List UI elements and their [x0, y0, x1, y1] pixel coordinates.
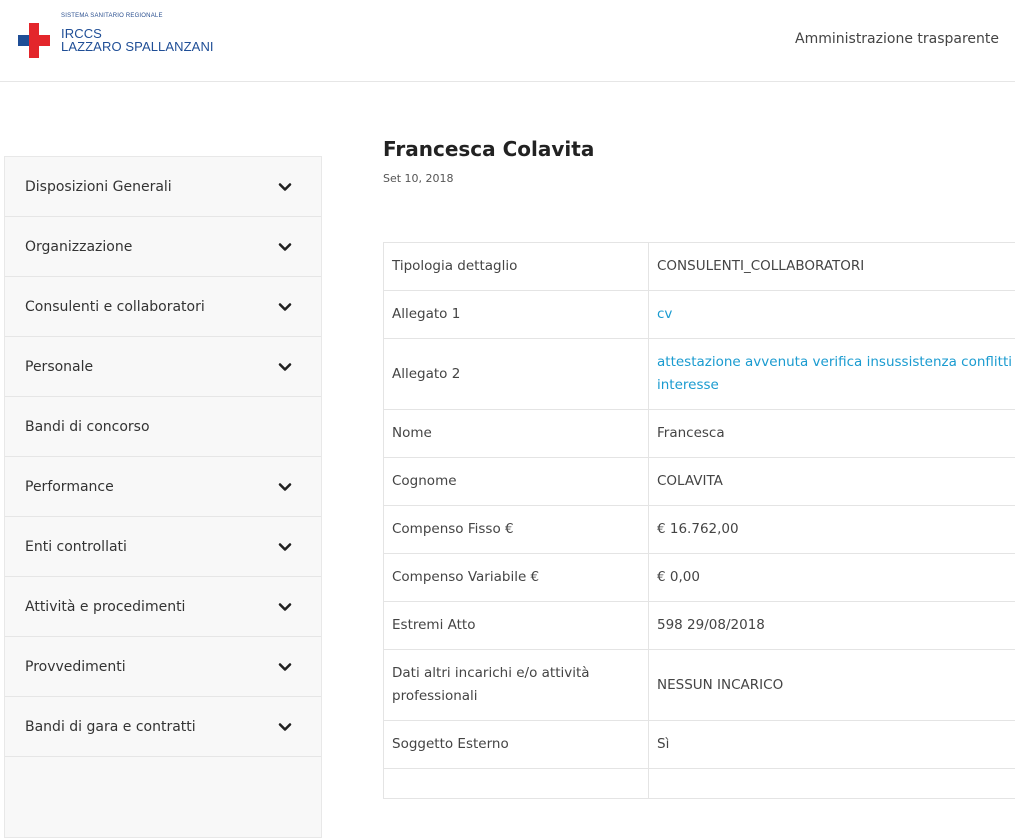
table-row: NomeFrancesca — [384, 410, 1015, 458]
row-value: € 16.762,00 — [649, 506, 1015, 554]
details-table: Tipologia dettaglioCONSULENTI_COLLABORAT… — [383, 242, 1015, 799]
page-title: Francesca Colavita — [383, 137, 1015, 161]
sidebar-item-label: Bandi di gara e contratti — [25, 697, 196, 758]
row-key: Allegato 1 — [384, 291, 649, 339]
table-row: Estremi Atto598 29/08/2018 — [384, 602, 1015, 650]
row-key: Estremi Atto — [384, 602, 649, 650]
chevron-down-icon[interactable] — [277, 719, 293, 735]
main-content: Francesca Colavita Set 10, 2018 Tipologi… — [383, 128, 1015, 186]
row-key: Dati altri incarichi e/o attività profes… — [384, 650, 649, 721]
row-value: CONSULENTI_COLLABORATORI — [649, 243, 1015, 291]
row-value: NESSUN INCARICO — [649, 650, 1015, 721]
row-key: Compenso Variabile € — [384, 554, 649, 602]
site-header: SISTEMA SANITARIO REGIONALE IRCCS LAZZAR… — [0, 0, 1015, 82]
logo-tagline: SISTEMA SANITARIO REGIONALE — [61, 13, 163, 19]
sidebar-item[interactable]: Bandi di gara e contratti — [5, 697, 321, 757]
sidebar-item-label: Provvedimenti — [25, 637, 126, 698]
table-row: Compenso Fisso €€ 16.762,00 — [384, 506, 1015, 554]
row-key: Compenso Fisso € — [384, 506, 649, 554]
logo-title-line2: LAZZARO SPALLANZANI — [61, 39, 214, 54]
table-row: Tipologia dettaglioCONSULENTI_COLLABORAT… — [384, 243, 1015, 291]
attachment-link[interactable]: attestazione avvenuta verifica insussist… — [657, 354, 1012, 393]
table-row: Allegato 2attestazione avvenuta verifica… — [384, 339, 1015, 410]
table-row — [384, 769, 1015, 799]
row-value: cv — [649, 291, 1015, 339]
chevron-down-icon[interactable] — [277, 179, 293, 195]
sidebar-item-label: Organizzazione — [25, 217, 132, 278]
row-value: attestazione avvenuta verifica insussist… — [649, 339, 1015, 410]
sidebar-item-label: Attività e procedimenti — [25, 577, 185, 638]
chevron-down-icon[interactable] — [277, 299, 293, 315]
sidebar-menu: Disposizioni GeneraliOrganizzazioneConsu… — [4, 156, 322, 838]
chevron-down-icon[interactable] — [277, 599, 293, 615]
sidebar-item-label: Personale — [25, 337, 93, 398]
row-key: Cognome — [384, 458, 649, 506]
chevron-down-icon[interactable] — [277, 239, 293, 255]
table-row: Allegato 1 cv — [384, 291, 1015, 339]
sidebar-item[interactable]: Disposizioni Generali — [5, 157, 321, 217]
chevron-down-icon[interactable] — [277, 539, 293, 555]
row-value: COLAVITA — [649, 458, 1015, 506]
sidebar-item-label: Bandi di concorso — [25, 397, 150, 458]
sidebar-item-label: Consulenti e collaboratori — [25, 277, 205, 338]
row-key: Nome — [384, 410, 649, 458]
chevron-down-icon[interactable] — [277, 359, 293, 375]
sidebar-item[interactable] — [5, 757, 321, 837]
table-row: Dati altri incarichi e/o attività profes… — [384, 650, 1015, 721]
row-key — [384, 769, 649, 799]
row-key: Tipologia dettaglio — [384, 243, 649, 291]
publish-date: Set 10, 2018 — [383, 172, 1015, 186]
sidebar-item[interactable]: Bandi di concorso — [5, 397, 321, 457]
chevron-down-icon[interactable] — [277, 659, 293, 675]
row-value: 598 29/08/2018 — [649, 602, 1015, 650]
attachment-link[interactable]: cv — [657, 306, 672, 322]
red-cross-icon — [18, 23, 50, 58]
chevron-down-icon[interactable] — [277, 479, 293, 495]
row-key: Allegato 2 — [384, 339, 649, 410]
sidebar-item-label: Disposizioni Generali — [25, 157, 172, 218]
row-value: Sì — [649, 721, 1015, 769]
sidebar-item[interactable]: Consulenti e collaboratori — [5, 277, 321, 337]
site-logo[interactable]: SISTEMA SANITARIO REGIONALE IRCCS LAZZAR… — [18, 12, 218, 62]
sidebar-item[interactable]: Personale — [5, 337, 321, 397]
sidebar-item[interactable]: Performance — [5, 457, 321, 517]
sidebar-item[interactable]: Attività e procedimenti — [5, 577, 321, 637]
table-row: CognomeCOLAVITA — [384, 458, 1015, 506]
sidebar-item-label: Enti controllati — [25, 517, 127, 578]
table-row: Soggetto EsternoSì — [384, 721, 1015, 769]
sidebar-item[interactable]: Provvedimenti — [5, 637, 321, 697]
sidebar-item[interactable]: Enti controllati — [5, 517, 321, 577]
sidebar-item[interactable]: Organizzazione — [5, 217, 321, 277]
row-value: € 0,00 — [649, 554, 1015, 602]
row-key: Soggetto Esterno — [384, 721, 649, 769]
row-value: Francesca — [649, 410, 1015, 458]
row-value — [649, 769, 1015, 799]
sidebar-item-label: Performance — [25, 457, 114, 518]
nav-amministrazione-trasparente[interactable]: Amministrazione trasparente — [795, 31, 999, 47]
table-row: Compenso Variabile €€ 0,00 — [384, 554, 1015, 602]
